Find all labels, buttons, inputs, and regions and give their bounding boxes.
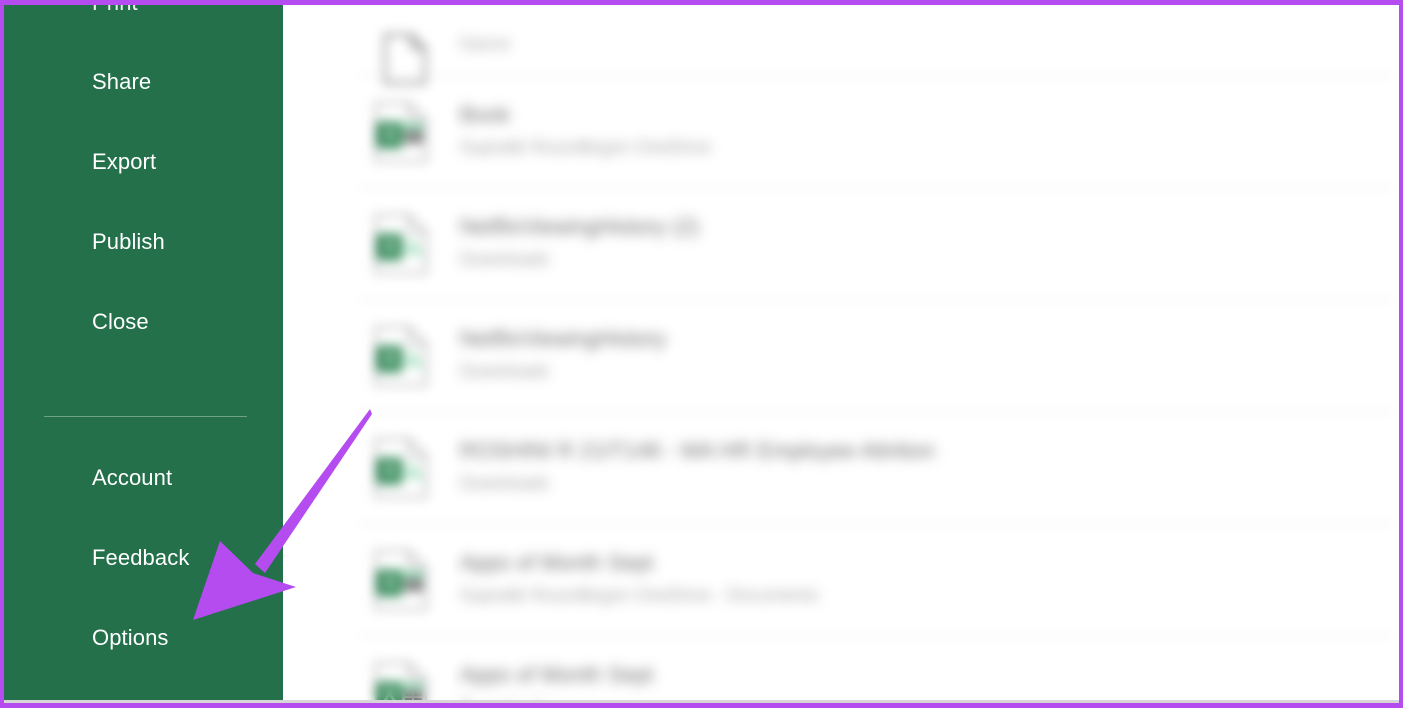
file-location: Downloads [460,472,550,493]
bottom-rule [4,700,1399,703]
sidebar-item-share[interactable]: Share [92,71,151,93]
svg-text:X: X [383,124,397,146]
file-info: Apps of Month Sept Supratik Roundbrgon O… [460,550,1380,606]
excel-csv-icon: X a, [375,326,435,388]
sidebar-item-account[interactable]: Account [92,467,172,489]
sidebar-item-label: Export [92,149,157,174]
file-name: ROSHINI R 21IT148 - WA HR Employee Attri… [460,438,935,463]
excel-backstage-screenshot: Name X Book Supratik Roundbrgon OneDrive… [0,0,1403,708]
file-name: Apps of Month Sept [460,550,654,575]
sidebar-item-label: Publish [92,229,165,254]
file-name: Apps of Month Sept [460,662,654,687]
column-header-name: Name [460,34,511,55]
excel-workbook-icon: X [375,102,435,164]
frame-right [1399,0,1403,708]
svg-text:X: X [383,572,397,594]
file-name: NetflixViewingHistory (2) [460,214,700,239]
excel-workbook-icon: X [375,550,435,612]
sidebar-item-export[interactable]: Export [92,151,156,173]
file-info: Apps of Month Sept Downloads [460,662,1380,704]
table-row[interactable]: X Book Supratik Roundbrgon OneDrive [283,76,1399,188]
table-row[interactable]: X a, ROSHINI R 21IT148 - WA HR Employee … [283,412,1399,524]
svg-text:X: X [383,460,397,482]
excel-csv-icon: X a, [375,438,435,500]
sidebar-item-label: Print [92,0,138,15]
file-location: Supratik Roundbrgon OneDrive - Documents [460,584,819,605]
excel-workbook-icon: X [375,662,435,704]
sidebar-item-label: Account [92,465,173,490]
sidebar-item-label: Feedback [92,545,190,570]
file-name: NetflixViewingHistory [460,326,667,351]
svg-text:a,: a, [406,458,424,483]
file-info: NetflixViewingHistory (2) Downloads [460,214,1380,270]
svg-text:a,: a, [406,234,424,259]
table-row[interactable]: X a, NetflixViewingHistory (2) Downloads [283,188,1399,300]
sidebar-item-close[interactable]: Close [92,311,149,333]
recent-files-pane: Name X Book Supratik Roundbrgon OneDrive… [283,4,1399,704]
sidebar-item-label: Options [92,625,169,650]
sidebar-divider [44,416,247,417]
sidebar-item-publish[interactable]: Publish [92,231,165,253]
backstage-sidebar: Print Share Export Publish Close Account… [4,0,283,704]
sidebar-item-label: Close [92,309,149,334]
file-location: Downloads [460,360,550,381]
file-location: Downloads [460,248,550,269]
file-list-column-header: Name [460,34,1380,56]
svg-text:a,: a, [406,346,424,371]
table-row[interactable]: X Apps of Month Sept Downloads [283,636,1399,704]
sidebar-item-print[interactable]: Print [92,0,138,14]
sidebar-item-label: Share [92,69,152,94]
file-name: Book [460,102,511,127]
file-info: Book Supratik Roundbrgon OneDrive [460,102,1380,158]
file-location: Supratik Roundbrgon OneDrive [460,136,712,157]
sidebar-item-options[interactable]: Options [92,627,169,649]
svg-text:X: X [383,236,397,258]
svg-text:X: X [383,348,397,370]
table-row[interactable]: X a, NetflixViewingHistory Downloads [283,300,1399,412]
file-info: NetflixViewingHistory Downloads [460,326,1380,382]
table-row[interactable]: X Apps of Month Sept Supratik Roundbrgon… [283,524,1399,636]
excel-csv-icon: X a, [375,214,435,276]
file-info: ROSHINI R 21IT148 - WA HR Employee Attri… [460,438,1380,494]
sidebar-item-feedback[interactable]: Feedback [92,547,189,569]
